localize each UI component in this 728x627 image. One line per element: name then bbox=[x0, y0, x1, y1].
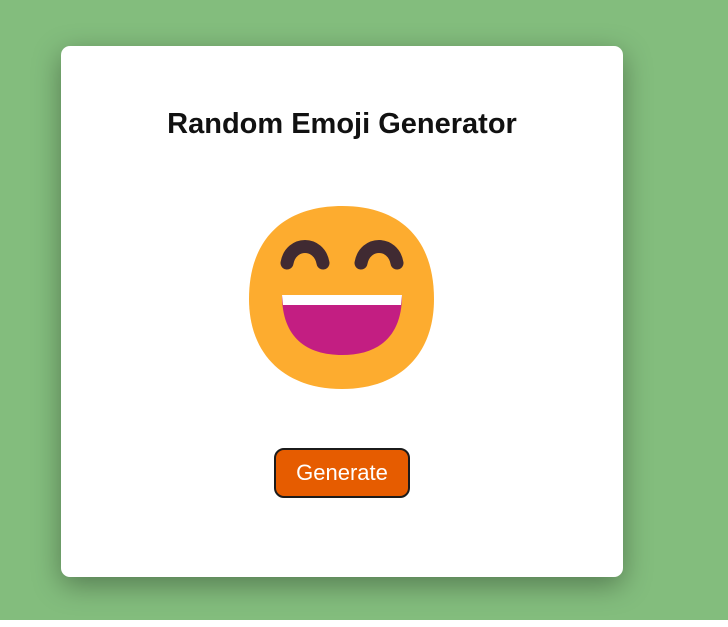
page-title: Random Emoji Generator bbox=[167, 108, 517, 140]
emoji-display bbox=[249, 203, 435, 389]
grinning-face-with-smiling-eyes-icon bbox=[249, 206, 434, 389]
emoji-card: Random Emoji Generator Generate bbox=[61, 46, 623, 577]
generate-button[interactable]: Generate bbox=[274, 448, 410, 498]
emoji-teeth bbox=[282, 295, 402, 305]
